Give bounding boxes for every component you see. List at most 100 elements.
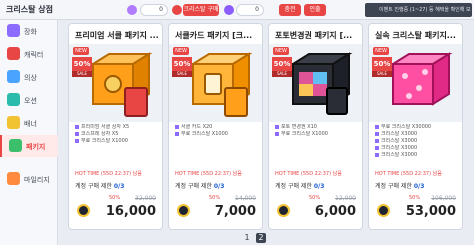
content-item-label: 서클 카드 X20 [181, 124, 213, 130]
content-item-label: 포토 변경권 X10 [281, 124, 317, 130]
sale-badge: SALE [372, 71, 392, 77]
character-icon [7, 47, 20, 60]
sale-badge: SALE [172, 71, 192, 77]
limit-value: 0/3 [113, 183, 125, 190]
discount-badge: 50% [372, 57, 392, 71]
window-title: 크리스탈 상점 [6, 5, 53, 14]
limit-value: 0/3 [313, 183, 325, 190]
sidebar-item-label: 오션 [24, 97, 37, 105]
content-item-label: 크리스탈 X3000 [381, 145, 418, 151]
package-name: 프리미엄 서클 패키지 ... [75, 31, 159, 40]
sidebar-item-costume[interactable]: 의상 [0, 66, 58, 88]
content-item-label: 무료 크리스탈 X1000 [281, 131, 328, 137]
hot-time-label: HOT TIME (55D 22:37) 남음 [375, 171, 442, 177]
hot-time-label: HOT TIME (55D 22:37) 남음 [175, 171, 242, 177]
withdraw-button[interactable]: 인출 [304, 4, 326, 16]
sale-price: 7,000 [214, 204, 256, 219]
discount-badge: 50% [72, 57, 92, 71]
discount-note: 50% [409, 195, 421, 201]
item-icon [75, 138, 79, 143]
package-name: 포토변경권 패키지 [... [275, 31, 353, 40]
package-contents: 포토 변경권 X10 무료 크리스탈 X1000 [275, 124, 361, 138]
sidebar-item-ocean[interactable]: 오션 [0, 89, 58, 111]
item-icon [175, 131, 179, 136]
sale-price: 53,000 [405, 204, 456, 219]
content-item: 프리미엄 서클 상자 X5 [75, 124, 161, 131]
package-card[interactable]: 포토변경권 패키지 [... NEW 50% SALE 포토 변경권 X10 무… [268, 23, 363, 230]
original-price: 14,000 [235, 195, 256, 202]
package-icon [9, 139, 22, 152]
new-badge: NEW [273, 47, 289, 55]
item-icon [75, 131, 79, 136]
discount-note: 50% [209, 195, 221, 201]
limit-label: 계정 구매 제한 [375, 183, 412, 190]
content-item: 크리스탈 X3000 [375, 152, 461, 159]
sale-badge: SALE [72, 71, 92, 77]
currency1-value: 0 [140, 4, 168, 16]
item-icon [375, 138, 379, 143]
banner-icon [7, 116, 20, 129]
package-contents: 프리미엄 서클 상자 X5 코스프레 상자 X5 무료 크리스탈 X1000 [75, 124, 161, 145]
purchase-limit: 계정 구매 제한 0/3 [375, 181, 424, 190]
sidebar-item-boots[interactable]: 장화 [0, 20, 58, 42]
package-contents: 무료 크리스탈 X30000 크리스탈 X3000 크리스탈 X3000 크리스… [375, 124, 461, 159]
purchase-limit: 계정 구매 제한 0/3 [275, 181, 324, 190]
sidebar-item-label: 캐릭터 [24, 51, 44, 59]
content-item: 무료 크리스탈 X1000 [275, 131, 361, 138]
content-item-label: 크리스탈 X3000 [381, 138, 418, 144]
charge-button[interactable]: 충전 [279, 4, 301, 16]
content-item: 무료 크리스탈 X1000 [175, 131, 261, 138]
sidebar-item-package[interactable]: 패키지 [0, 135, 58, 157]
buy-crystal-button[interactable]: 크리스탈 구매 [183, 4, 219, 16]
package-card[interactable]: 프리미엄 서클 패키지 ... NEW 50% SALE 프리미엄 서클 상자 … [68, 23, 163, 230]
item-icon [375, 124, 379, 129]
package-name: 실속 크리스탈 패키지... [375, 31, 456, 40]
limit-label: 계정 구매 제한 [175, 183, 212, 190]
sidebar-item-mileage[interactable]: 마일리지 [0, 168, 58, 190]
content-item-label: 코스프레 상자 X5 [81, 131, 119, 137]
boots-icon [7, 24, 20, 37]
mileage-icon [7, 172, 20, 185]
item-icon [375, 152, 379, 157]
package-card[interactable]: 서클카드 패키지 [크... NEW 50% SALE 서클 카드 X20 무료… [168, 23, 263, 230]
content-item: 서클 카드 X20 [175, 124, 261, 131]
limit-label: 계정 구매 제한 [275, 183, 312, 190]
purchase-limit: 계정 구매 제한 0/3 [75, 181, 124, 190]
package-name: 서클카드 패키지 [크... [175, 31, 253, 40]
diamond-currency-icon [224, 5, 234, 15]
discount-note: 50% [309, 195, 321, 201]
item-icon [375, 131, 379, 136]
notice-banner[interactable]: 이벤트 진행중 (1~27) 등 혜택을 확인해 보세요 [365, 3, 472, 27]
hot-time-label: HOT TIME (55D 22:37) 남음 [275, 171, 342, 177]
page-1-button[interactable]: 1 [242, 233, 252, 243]
package-card[interactable]: 실속 크리스탈 패키지... NEW 50% SALE 무료 크리스탈 X300… [368, 23, 463, 230]
sale-price: 16,000 [105, 204, 156, 219]
discount-note: 50% [109, 195, 121, 201]
sidebar-item-banner[interactable]: 배너 [0, 112, 58, 134]
content-item: 크리스탈 X3000 [375, 138, 461, 145]
item-icon [75, 124, 79, 129]
gem-currency-icon [127, 5, 137, 15]
package-image [369, 44, 462, 122]
crystal-coin-icon [177, 204, 190, 217]
sale-badge: SALE [272, 71, 292, 77]
content-item-label: 무료 크리스탈 X1000 [81, 138, 128, 144]
content-item: 포토 변경권 X10 [275, 124, 361, 131]
content-item-label: 무료 크리스탈 X1000 [181, 131, 228, 137]
limit-value: 0/3 [413, 183, 425, 190]
item-icon [175, 124, 179, 129]
new-badge: NEW [373, 47, 389, 55]
crystal-coin-icon [377, 204, 390, 217]
ocean-icon [7, 93, 20, 106]
costume-icon [7, 70, 20, 83]
content-item-label: 프리미엄 서클 상자 X5 [81, 124, 130, 130]
content-item: 무료 크리스탈 X30000 [375, 124, 461, 131]
crystal-coin-icon [277, 204, 290, 217]
sale-price: 6,000 [314, 204, 356, 219]
purchase-limit: 계정 구매 제한 0/3 [175, 181, 224, 190]
sidebar-item-character[interactable]: 캐릭터 [0, 43, 58, 65]
sidebar-item-label: 패키지 [26, 143, 46, 151]
limit-value: 0/3 [213, 183, 225, 190]
content-item-label: 크리스탈 X3000 [381, 131, 418, 137]
page-2-button[interactable]: 2 [256, 233, 266, 243]
